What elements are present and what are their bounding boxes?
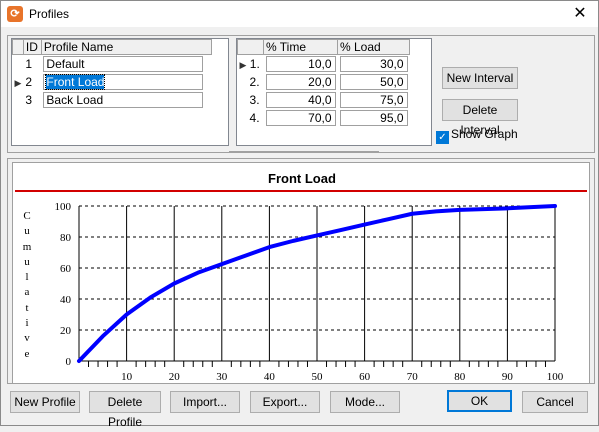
new-profile-button[interactable]: New Profile [10,391,80,413]
load-column-header[interactable]: % Load [337,39,410,55]
profile-name: Front Load [45,73,106,90]
time-cell[interactable]: 10,0 [265,55,336,72]
interval-index: 4. [249,110,260,125]
x-tick-label: 40 [264,371,276,383]
interval-index: 1. [249,56,260,71]
checkmark-icon: ✓ [436,131,449,144]
time-column-header[interactable]: % Time [263,39,338,55]
profile-id: 1 [25,56,33,71]
profiles-header-row: ID Profile Name [12,39,212,55]
close-icon[interactable]: ✕ [568,2,592,26]
time-cell[interactable]: 40,0 [265,91,336,108]
app-icon: ⟳ [7,6,23,22]
profile-name-cell[interactable]: Default [43,55,204,72]
table-row[interactable]: ▶ 2 Front Load [13,73,212,91]
profile-name-cell[interactable]: Front Load [43,73,204,90]
profile-id: 2 [25,74,33,89]
x-tick-label: 100 [547,371,564,383]
x-tick-label: 90 [502,371,514,383]
x-tick-label: 50 [312,371,324,383]
x-tick-label: 70 [407,371,419,383]
load-cell[interactable]: 95,0 [339,109,408,126]
x-tick-label: 30 [216,371,228,383]
table-row[interactable]: 1 Default [13,55,212,73]
load-cell[interactable]: 30,0 [339,55,408,72]
load-cell[interactable]: 75,0 [339,91,408,108]
show-graph-checkbox[interactable]: ✓ Show Graph [436,127,518,144]
panel-splitter[interactable] [229,151,379,153]
profile-name: Back Load [46,92,104,107]
cancel-button[interactable]: Cancel [522,391,588,413]
row-indicator-header [12,39,24,55]
new-interval-button[interactable]: New Interval [442,67,518,89]
x-tick-label: 60 [359,371,371,383]
table-row[interactable]: 3. 40,0 75,0 [238,91,410,109]
profile-name: Default [46,56,85,71]
graph-panel: Front Load Cumulative 0 20 40 60 80 100 10 20 30… [7,158,595,384]
y-tick-label: 0 [66,356,72,368]
export-button[interactable]: Export... [250,391,320,413]
y-tick-label: 100 [55,201,72,213]
import-button[interactable]: Import... [170,391,240,413]
current-row-arrow-icon: ▶ [14,77,22,88]
profiles-dialog: ⟳ Profiles ✕ ID Profile Name 1 Default ▶… [0,0,599,429]
row-indicator [13,55,24,73]
table-row[interactable]: ▶ 1. 10,0 30,0 [238,55,410,73]
ok-button[interactable]: OK [447,390,512,412]
table-row[interactable]: 4. 70,0 95,0 [238,109,410,127]
chart: Front Load Cumulative 0 20 40 60 80 100 10 20 30… [12,162,590,383]
row-indicator-header [237,39,264,55]
row-indicator: 3. [238,91,264,109]
intervals-header-row: % Time % Load [237,39,410,55]
delete-interval-button[interactable]: Delete Interval [442,99,518,137]
row-indicator: ▶ [13,73,24,91]
x-tick-label: 20 [169,371,181,383]
title-bar: ⟳ Profiles ✕ [1,1,598,27]
table-row[interactable]: 2. 20,0 50,0 [238,73,410,91]
interval-index: 2. [249,74,260,89]
profiles-grid[interactable]: ID Profile Name 1 Default ▶ 2 Front Load… [11,38,229,146]
chart-plot: 0 20 40 60 80 100 10 20 30 40 50 60 70 80 90 100 [55,201,564,383]
row-indicator: 4. [238,109,264,127]
id-column-header[interactable]: ID [22,39,42,55]
table-row[interactable]: 3 Back Load [13,91,212,109]
y-tick-label: 40 [60,294,72,306]
window-title: Profiles [29,7,70,21]
profile-name-column-header[interactable]: Profile Name [40,39,212,55]
profile-id: 3 [25,92,33,107]
show-graph-label: Show Graph [451,127,518,141]
x-tick-label: 10 [121,371,133,383]
time-cell[interactable]: 20,0 [265,73,336,90]
intervals-grid[interactable]: % Time % Load ▶ 1. 10,0 30,0 2. 20,0 50,… [236,38,432,146]
y-tick-label: 60 [60,263,72,275]
time-cell[interactable]: 70,0 [265,109,336,126]
interval-index: 3. [249,92,260,107]
delete-profile-button[interactable]: Delete Profile [89,391,161,429]
row-indicator: 2. [238,73,264,91]
row-indicator: ▶ 1. [238,55,264,73]
mode-button[interactable]: Mode... [330,391,400,413]
x-tick-label: 80 [454,371,466,383]
profile-name-cell[interactable]: Back Load [43,91,204,108]
row-indicator [13,91,24,109]
y-tick-label: 20 [60,325,72,337]
current-row-arrow-icon: ▶ [239,59,247,70]
y-tick-label: 80 [60,232,72,244]
load-cell[interactable]: 50,0 [339,73,408,90]
